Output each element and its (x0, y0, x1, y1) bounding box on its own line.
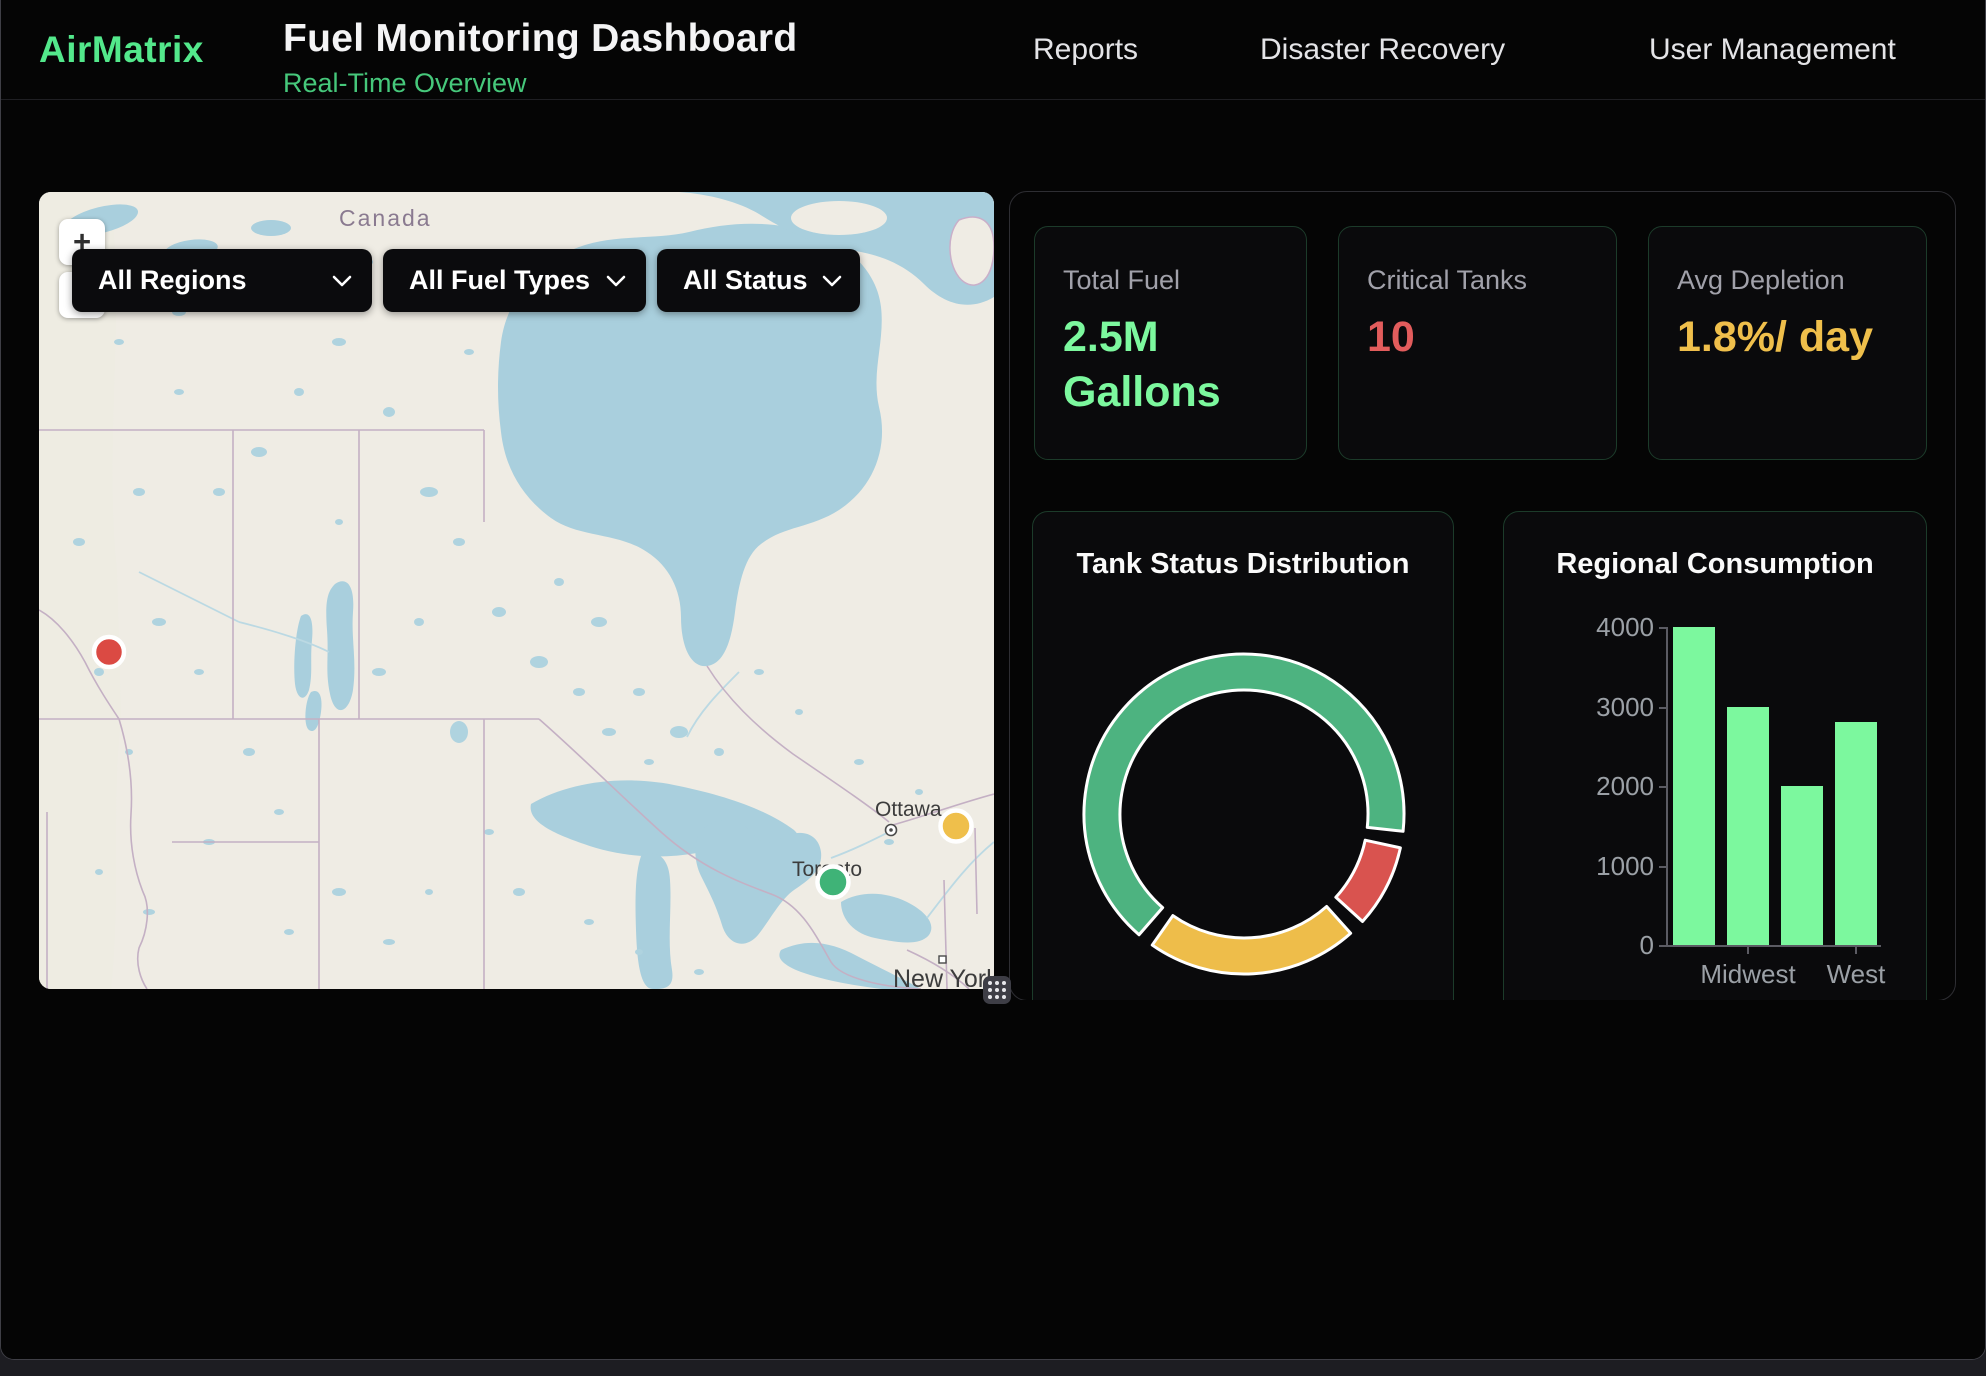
y-tick-mark (1659, 627, 1666, 629)
y-tick-mark (1659, 866, 1666, 868)
map-filter-bar: All Regions All Fuel Types All Status (72, 249, 860, 312)
stat-value: 1.8%/ day (1677, 310, 1897, 365)
stat-card-critical-tanks: Critical Tanks 10 (1338, 226, 1617, 460)
map-label-new-york: New York (893, 965, 994, 989)
tank-marker-normal[interactable] (818, 867, 849, 898)
bar-2 (1781, 786, 1823, 945)
dashboard-window: AirMatrix Fuel Monitoring Dashboard Real… (0, 0, 1986, 1360)
y-tick-mark (1659, 707, 1666, 709)
status-filter-dropdown[interactable]: All Status (657, 249, 860, 312)
bar-1 (1727, 707, 1769, 946)
stat-card-total-fuel: Total Fuel 2.5M Gallons (1034, 226, 1307, 460)
fuel-type-filter-dropdown[interactable]: All Fuel Types (383, 249, 646, 312)
metrics-panel: Total Fuel 2.5M Gallons Critical Tanks 1… (1009, 191, 1956, 1001)
new-york-city-dot (939, 956, 946, 963)
bar-3 (1835, 722, 1877, 945)
map-label-canada: Canada (339, 205, 432, 231)
brand-logo: AirMatrix (39, 0, 204, 100)
page-subtitle: Real-Time Overview (283, 68, 797, 99)
stat-label: Critical Tanks (1367, 265, 1588, 296)
status-filter-label: All Status (683, 265, 808, 296)
regional-consumption-card: Regional Consumption 01000200030004000Mi… (1503, 511, 1927, 1001)
x-tick-label: West (1786, 959, 1926, 990)
y-axis-line (1666, 627, 1668, 947)
y-tick-label: 4000 (1504, 612, 1654, 643)
stat-label: Avg Depletion (1677, 265, 1898, 296)
y-tick-mark (1659, 786, 1666, 788)
chevron-down-icon (606, 275, 626, 287)
regional-consumption-bar-chart: 01000200030004000MidwestWest (1504, 512, 1928, 1001)
page-title: Fuel Monitoring Dashboard (283, 17, 797, 61)
region-filter-dropdown[interactable]: All Regions (72, 249, 372, 312)
stat-value: 2.5M Gallons (1063, 310, 1283, 420)
x-tick-mark (1747, 947, 1749, 954)
y-tick-label: 0 (1504, 930, 1654, 961)
fuel-type-filter-label: All Fuel Types (409, 265, 590, 296)
nav-item-user-management[interactable]: User Management (1649, 0, 1896, 100)
header-bar: AirMatrix Fuel Monitoring Dashboard Real… (1, 0, 1986, 100)
map-label-ottawa: Ottawa (875, 798, 942, 821)
tank-status-donut-chart (1033, 512, 1455, 1001)
tank-map[interactable]: Canada Ottawa Toronto New York − + All R… (39, 192, 994, 989)
map-drag-handle-icon[interactable] (983, 976, 1011, 1004)
tank-marker-warning[interactable] (941, 811, 972, 842)
title-block: Fuel Monitoring Dashboard Real-Time Over… (283, 17, 797, 99)
stat-label: Total Fuel (1063, 265, 1278, 296)
chevron-down-icon (332, 275, 352, 287)
y-tick-label: 3000 (1504, 692, 1654, 723)
chevron-down-icon (822, 275, 842, 287)
donut-segment-yellow (1152, 906, 1350, 974)
recent-alerts-section: Recent Alerts Tank 2: Low fuel warning 3… (1, 1000, 1986, 1360)
x-axis-line (1666, 945, 1881, 947)
y-tick-label: 1000 (1504, 851, 1654, 882)
tank-status-distribution-card: Tank Status Distribution (1032, 511, 1454, 1001)
stat-card-avg-depletion: Avg Depletion 1.8%/ day (1648, 226, 1927, 460)
donut-segment-red (1336, 840, 1401, 921)
tank-marker-critical[interactable] (94, 637, 124, 667)
y-tick-label: 2000 (1504, 771, 1654, 802)
y-tick-mark (1659, 945, 1666, 947)
bar-0 (1673, 627, 1715, 945)
window-bottom-edge (0, 1360, 1986, 1376)
nav-item-disaster-recovery[interactable]: Disaster Recovery (1260, 0, 1505, 100)
x-tick-mark (1855, 947, 1857, 954)
nav-item-reports[interactable]: Reports (1033, 0, 1138, 100)
stat-value: 10 (1367, 310, 1587, 365)
region-filter-label: All Regions (98, 265, 247, 296)
